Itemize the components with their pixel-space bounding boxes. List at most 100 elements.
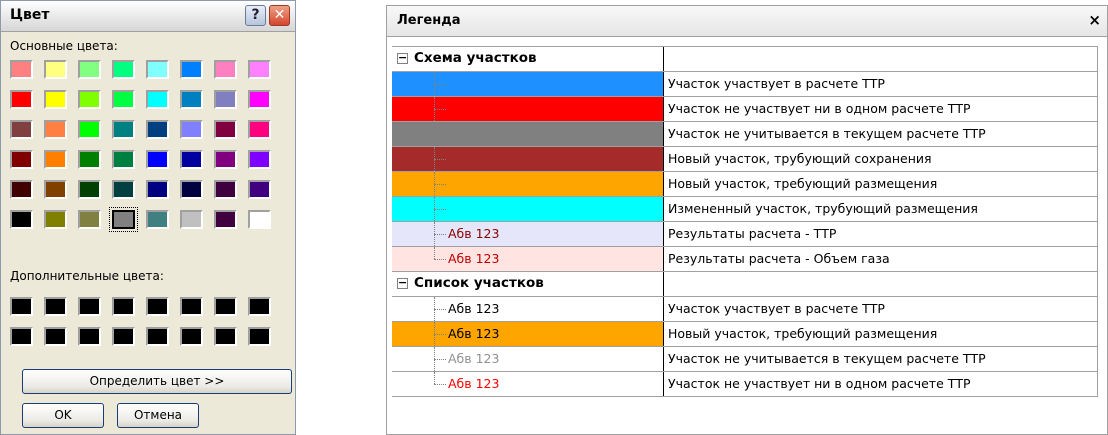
basic-color-swatch[interactable] <box>180 150 203 169</box>
legend-group-row[interactable]: − Список участков <box>392 272 1097 297</box>
basic-color-swatch[interactable] <box>112 180 135 199</box>
custom-color-swatch[interactable] <box>10 327 33 346</box>
basic-color-swatch[interactable] <box>78 210 101 229</box>
help-button[interactable]: ? <box>245 5 266 26</box>
basic-color-swatch[interactable] <box>214 210 237 229</box>
legend-tree: − Схема участков Участок участвует в расче… <box>392 46 1098 397</box>
basic-color-swatch[interactable] <box>112 90 135 109</box>
basic-color-swatch[interactable] <box>44 60 67 79</box>
legend-description: Новый участок, трубующий сохранения <box>668 151 932 166</box>
basic-color-swatch[interactable] <box>248 90 271 109</box>
basic-color-swatch[interactable] <box>146 60 169 79</box>
custom-color-swatch[interactable] <box>10 297 33 316</box>
custom-color-swatch[interactable] <box>44 297 67 316</box>
legend-item-row[interactable]: Измененный участок, трубующий размещения <box>392 197 1097 222</box>
custom-color-swatch[interactable] <box>112 297 135 316</box>
basic-color-swatch[interactable] <box>10 210 33 229</box>
basic-color-swatch[interactable] <box>214 60 237 79</box>
basic-color-swatch[interactable] <box>44 90 67 109</box>
legend-item-row[interactable]: Участок не учитывается в текущем расчете… <box>392 122 1097 147</box>
basic-color-swatch[interactable] <box>44 210 67 229</box>
basic-color-swatch[interactable] <box>146 150 169 169</box>
dialog-titlebar[interactable]: Цвет ? ✕ <box>1 1 295 32</box>
legend-item-row[interactable]: Участок не участвует ни в одном расчете … <box>392 97 1097 122</box>
legend-item-row[interactable]: Новый участок, требующий размещения <box>392 172 1097 197</box>
legend-group-row[interactable]: − Схема участков <box>392 47 1097 72</box>
basic-color-swatch[interactable] <box>214 180 237 199</box>
custom-color-swatch[interactable] <box>78 297 101 316</box>
basic-color-swatch[interactable] <box>78 90 101 109</box>
basic-color-swatch[interactable] <box>78 150 101 169</box>
legend-description: Участок не учитывается в текущем расчете… <box>668 126 986 141</box>
tree-branch <box>434 234 446 235</box>
basic-color-swatch[interactable] <box>78 120 101 139</box>
basic-color-swatch[interactable] <box>214 120 237 139</box>
basic-color-swatch[interactable] <box>112 60 135 79</box>
basic-color-swatch[interactable] <box>44 180 67 199</box>
basic-color-swatch[interactable] <box>109 207 138 232</box>
cancel-button[interactable]: Отмена <box>117 403 199 428</box>
custom-color-swatch[interactable] <box>214 297 237 316</box>
custom-color-swatch[interactable] <box>78 327 101 346</box>
legend-sample-text: Абв 123 <box>448 301 500 316</box>
basic-color-swatch[interactable] <box>248 180 271 199</box>
legend-sample-cell <box>392 97 664 121</box>
basic-color-swatch[interactable] <box>44 150 67 169</box>
basic-color-swatch[interactable] <box>10 120 33 139</box>
tree-branch <box>434 309 446 310</box>
basic-color-swatch[interactable] <box>10 90 33 109</box>
basic-color-swatch[interactable] <box>180 90 203 109</box>
tree-branch <box>434 209 446 210</box>
legend-description: Участок не участвует ни в одном расчете … <box>668 101 971 116</box>
basic-color-swatch[interactable] <box>180 180 203 199</box>
basic-color-swatch[interactable] <box>180 120 203 139</box>
close-button[interactable]: ✕ <box>269 5 290 26</box>
legend-item-row[interactable]: Абв 123 Участок не учитывается в текущем … <box>392 347 1097 372</box>
basic-color-swatch[interactable] <box>248 120 271 139</box>
custom-color-swatch[interactable] <box>180 297 203 316</box>
basic-color-swatch[interactable] <box>214 90 237 109</box>
tree-branch <box>434 259 446 260</box>
basic-color-swatch[interactable] <box>146 180 169 199</box>
basic-color-swatch[interactable] <box>10 180 33 199</box>
basic-color-swatch[interactable] <box>112 150 135 169</box>
legend-item-row[interactable]: Абв 123 Новый участок, требующий размещен… <box>392 322 1097 347</box>
legend-item-row[interactable]: Участок участвует в расчете ТТР <box>392 72 1097 97</box>
custom-color-swatch[interactable] <box>44 327 67 346</box>
basic-color-swatch[interactable] <box>248 210 271 229</box>
collapse-icon[interactable]: − <box>397 52 408 64</box>
custom-color-swatch[interactable] <box>112 327 135 346</box>
custom-color-swatch[interactable] <box>146 327 169 346</box>
ok-button[interactable]: OK <box>22 403 104 428</box>
legend-item-row[interactable]: Абв 123 Результаты расчета - Объем газа <box>392 247 1097 272</box>
basic-color-swatch[interactable] <box>146 210 169 229</box>
basic-color-swatch[interactable] <box>146 90 169 109</box>
collapse-icon[interactable]: − <box>397 277 408 289</box>
custom-color-swatch[interactable] <box>180 327 203 346</box>
basic-color-swatch[interactable] <box>214 150 237 169</box>
custom-color-swatch[interactable] <box>248 297 271 316</box>
custom-color-swatch[interactable] <box>146 297 169 316</box>
basic-color-swatch[interactable] <box>44 120 67 139</box>
define-color-button[interactable]: Определить цвет >> <box>22 369 292 394</box>
basic-color-swatch[interactable] <box>180 210 203 229</box>
tree-branch <box>434 334 446 335</box>
legend-item-row[interactable]: Абв 123 Участок участвует в расчете ТТР <box>392 297 1097 322</box>
basic-color-swatch[interactable] <box>180 60 203 79</box>
custom-color-swatch[interactable] <box>248 327 271 346</box>
basic-color-swatch[interactable] <box>78 60 101 79</box>
basic-color-swatch[interactable] <box>112 120 135 139</box>
basic-color-swatch[interactable] <box>10 150 33 169</box>
legend-description: Измененный участок, трубующий размещения <box>668 201 978 216</box>
basic-color-swatch[interactable] <box>78 180 101 199</box>
legend-item-row[interactable]: Абв 123 Участок не участвует ни в одном р… <box>392 372 1097 397</box>
legend-item-row[interactable]: Новый участок, трубующий сохранения <box>392 147 1097 172</box>
basic-color-swatch[interactable] <box>146 120 169 139</box>
legend-close-icon[interactable]: × <box>1088 11 1101 29</box>
basic-color-swatch[interactable] <box>248 150 271 169</box>
tree-branch <box>434 159 446 160</box>
basic-color-swatch[interactable] <box>248 60 271 79</box>
custom-color-swatch[interactable] <box>214 327 237 346</box>
legend-item-row[interactable]: Абв 123 Результаты расчета - ТТР <box>392 222 1097 247</box>
basic-color-swatch[interactable] <box>10 60 33 79</box>
